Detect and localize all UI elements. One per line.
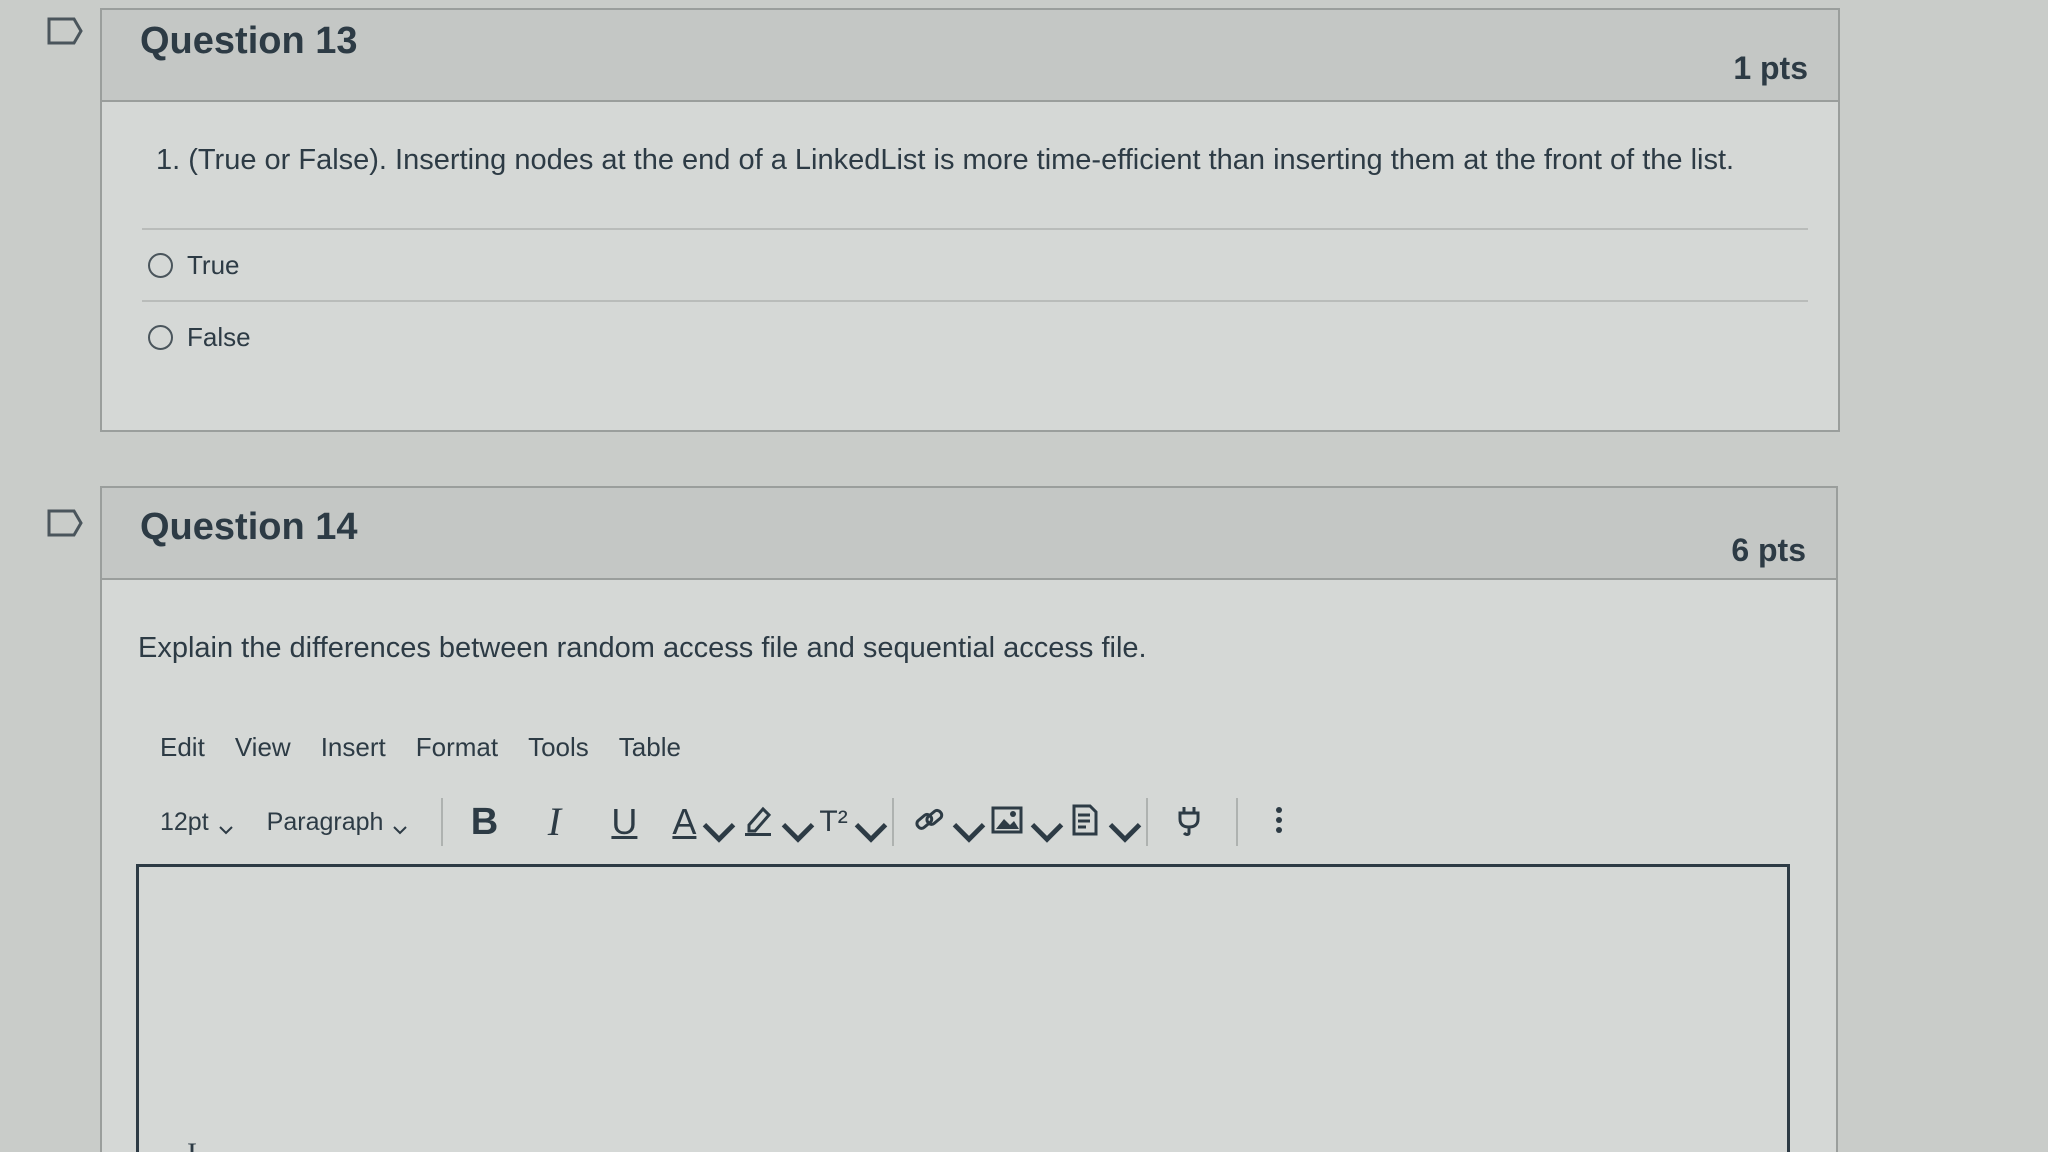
block-format-select[interactable]: Paragraph xyxy=(267,808,408,837)
plugin-button[interactable] xyxy=(1166,798,1212,846)
flag-question-13-icon[interactable] xyxy=(46,16,84,46)
radio-true[interactable] xyxy=(148,252,173,278)
toolbar-divider xyxy=(1145,798,1148,846)
question-14-points: 6 pts xyxy=(1731,532,1806,568)
question-14-title: Question 14 xyxy=(140,506,358,548)
quiz-page: Question 13 1 pts 1. (True or False). In… xyxy=(0,0,2048,1152)
document-button[interactable] xyxy=(1068,798,1142,846)
chevron-down-icon xyxy=(781,815,815,843)
question-13-points: 1 pts xyxy=(1733,50,1808,86)
flag-question-14-icon[interactable] xyxy=(46,508,84,538)
toolbar-divider xyxy=(891,798,894,846)
font-size-value: 12pt xyxy=(160,807,209,836)
menu-edit[interactable]: Edit xyxy=(160,732,205,763)
answer-true[interactable]: True xyxy=(142,228,1808,300)
text-cursor-icon: I xyxy=(187,1137,197,1152)
superscript-icon: T² xyxy=(819,805,848,838)
chevron-down-icon xyxy=(218,815,233,835)
link-icon xyxy=(912,803,946,842)
image-button[interactable] xyxy=(990,798,1064,846)
menu-insert[interactable]: Insert xyxy=(321,732,386,763)
chevron-down-icon xyxy=(952,815,986,843)
editor-menubar: Edit View Insert Format Tools Table xyxy=(160,732,681,763)
answer-false[interactable]: False xyxy=(142,300,1808,372)
chevron-down-icon xyxy=(702,815,736,843)
text-color-button[interactable]: A xyxy=(671,798,736,846)
italic-button[interactable]: I xyxy=(531,798,577,846)
question-13-header: Question 13 1 pts xyxy=(102,10,1838,102)
more-icon xyxy=(1262,803,1296,842)
bold-button[interactable]: B xyxy=(461,798,507,846)
editor-toolbar: 12pt Paragraph B I U A T² xyxy=(160,794,1326,850)
font-size-select[interactable]: 12pt xyxy=(160,808,233,837)
highlight-icon xyxy=(741,803,775,842)
image-icon xyxy=(990,803,1024,842)
highlight-button[interactable] xyxy=(741,798,815,846)
question-14-card: Question 14 6 pts Explain the difference… xyxy=(100,486,1838,1152)
toolbar-divider xyxy=(441,798,444,846)
chevron-down-icon xyxy=(1108,815,1142,843)
document-icon xyxy=(1068,803,1102,842)
answer-true-label: True xyxy=(187,249,240,280)
chevron-down-icon xyxy=(393,815,408,835)
italic-icon: I xyxy=(547,799,562,844)
menu-format[interactable]: Format xyxy=(416,732,498,763)
question-14-header: Question 14 6 pts xyxy=(102,488,1836,580)
underline-icon: U xyxy=(611,801,638,842)
chevron-down-icon xyxy=(1030,815,1064,843)
question-13-title: Question 13 xyxy=(140,20,358,62)
menu-table[interactable]: Table xyxy=(619,732,681,763)
chevron-down-icon xyxy=(854,815,888,843)
link-button[interactable] xyxy=(912,798,986,846)
question-13-text: 1. (True or False). Inserting nodes at t… xyxy=(156,144,1735,176)
menu-tools[interactable]: Tools xyxy=(528,732,589,763)
bold-icon: B xyxy=(470,801,499,843)
superscript-button[interactable]: T² xyxy=(819,798,888,846)
radio-false[interactable] xyxy=(148,324,173,350)
question-14-text: Explain the differences between random a… xyxy=(138,632,1147,664)
answer-false-label: False xyxy=(187,321,251,352)
block-format-value: Paragraph xyxy=(266,807,384,836)
answer-editor[interactable]: I xyxy=(136,864,1790,1152)
menu-view[interactable]: View xyxy=(235,732,291,763)
text-color-icon: A xyxy=(672,801,697,842)
toolbar-divider xyxy=(1235,798,1238,846)
question-13-answers: True False xyxy=(142,228,1808,372)
underline-button[interactable]: U xyxy=(601,798,647,846)
plugin-icon xyxy=(1172,803,1206,842)
more-button[interactable] xyxy=(1256,798,1302,846)
question-13-card: Question 13 1 pts 1. (True or False). In… xyxy=(100,8,1840,432)
